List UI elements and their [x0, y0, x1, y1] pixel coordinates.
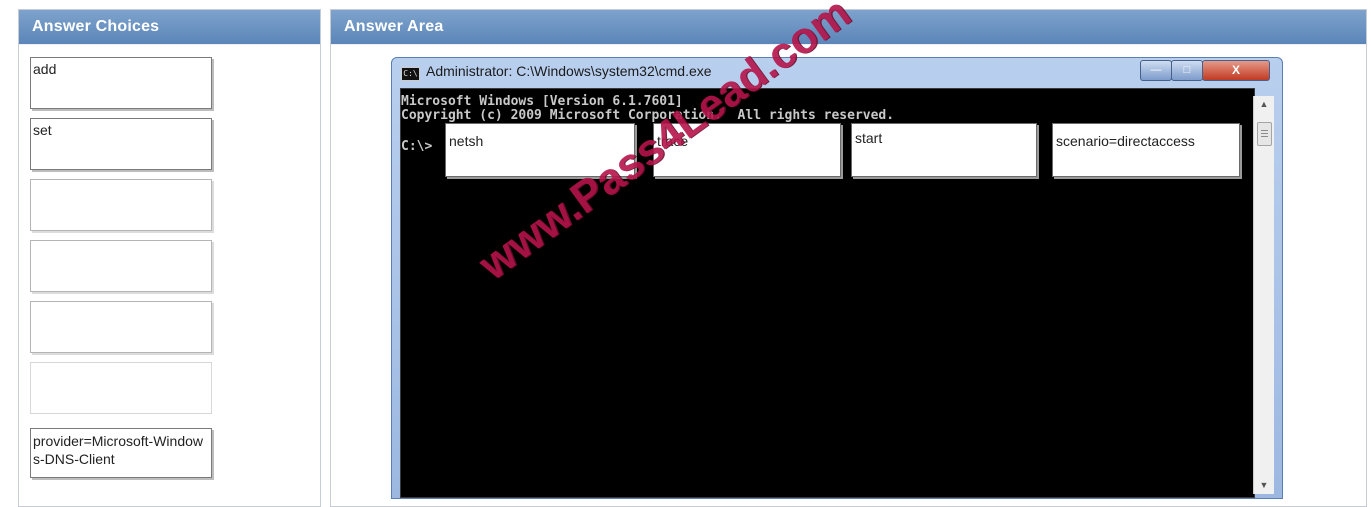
choice-provider-dns-client[interactable]: provider=Microsoft-Windows-DNS-Client [30, 428, 212, 478]
thumb-grip-line [1261, 130, 1268, 131]
choice-add[interactable]: add [30, 57, 212, 109]
answer-slot-3[interactable]: start [851, 123, 1037, 177]
console-area: Microsoft Windows [Version 6.1.7601] Cop… [400, 88, 1255, 498]
scroll-thumb[interactable] [1257, 122, 1272, 146]
choice-empty-slot[interactable] [30, 240, 212, 292]
thumb-grip-line [1261, 136, 1268, 137]
answer-choices-header: Answer Choices [19, 10, 320, 44]
cmd-window-title: Administrator: C:\Windows\system32\cmd.e… [426, 63, 712, 79]
scroll-up-arrow-icon[interactable]: ▲ [1254, 96, 1274, 113]
close-button[interactable]: X [1202, 60, 1270, 81]
choice-empty-slot[interactable] [30, 301, 212, 353]
minimize-button[interactable]: — [1140, 60, 1172, 81]
answer-choices-panel: Answer Choices add set provider=Microsof… [18, 9, 321, 507]
answer-slot-4[interactable]: scenario=directaccess [1052, 123, 1240, 177]
cmd-app-icon: C:\ [401, 67, 420, 81]
maximize-button[interactable]: □ [1171, 60, 1203, 81]
console-version-line: Microsoft Windows [Version 6.1.7601] [401, 94, 683, 109]
maximize-icon: □ [1183, 64, 1191, 76]
close-icon: X [1231, 63, 1240, 77]
answer-area-body: C:\ Administrator: C:\Windows\system32\c… [331, 45, 1366, 506]
cmd-window: C:\ Administrator: C:\Windows\system32\c… [391, 57, 1283, 499]
scroll-down-arrow-icon[interactable]: ▼ [1254, 477, 1274, 494]
answer-choices-list: add set provider=Microsoft-Windows-DNS-C… [19, 45, 320, 506]
cmd-title-bar[interactable]: C:\ Administrator: C:\Windows\system32\c… [392, 58, 1282, 86]
minimize-icon: — [1150, 64, 1162, 76]
thumb-grip-line [1261, 133, 1268, 134]
choice-empty-slot[interactable] [30, 362, 212, 414]
choice-set[interactable]: set [30, 118, 212, 170]
console-prompt: C:\> [401, 139, 433, 154]
choice-empty-slot[interactable] [30, 179, 212, 231]
console-scrollbar[interactable]: ▲ ▼ [1253, 96, 1274, 494]
